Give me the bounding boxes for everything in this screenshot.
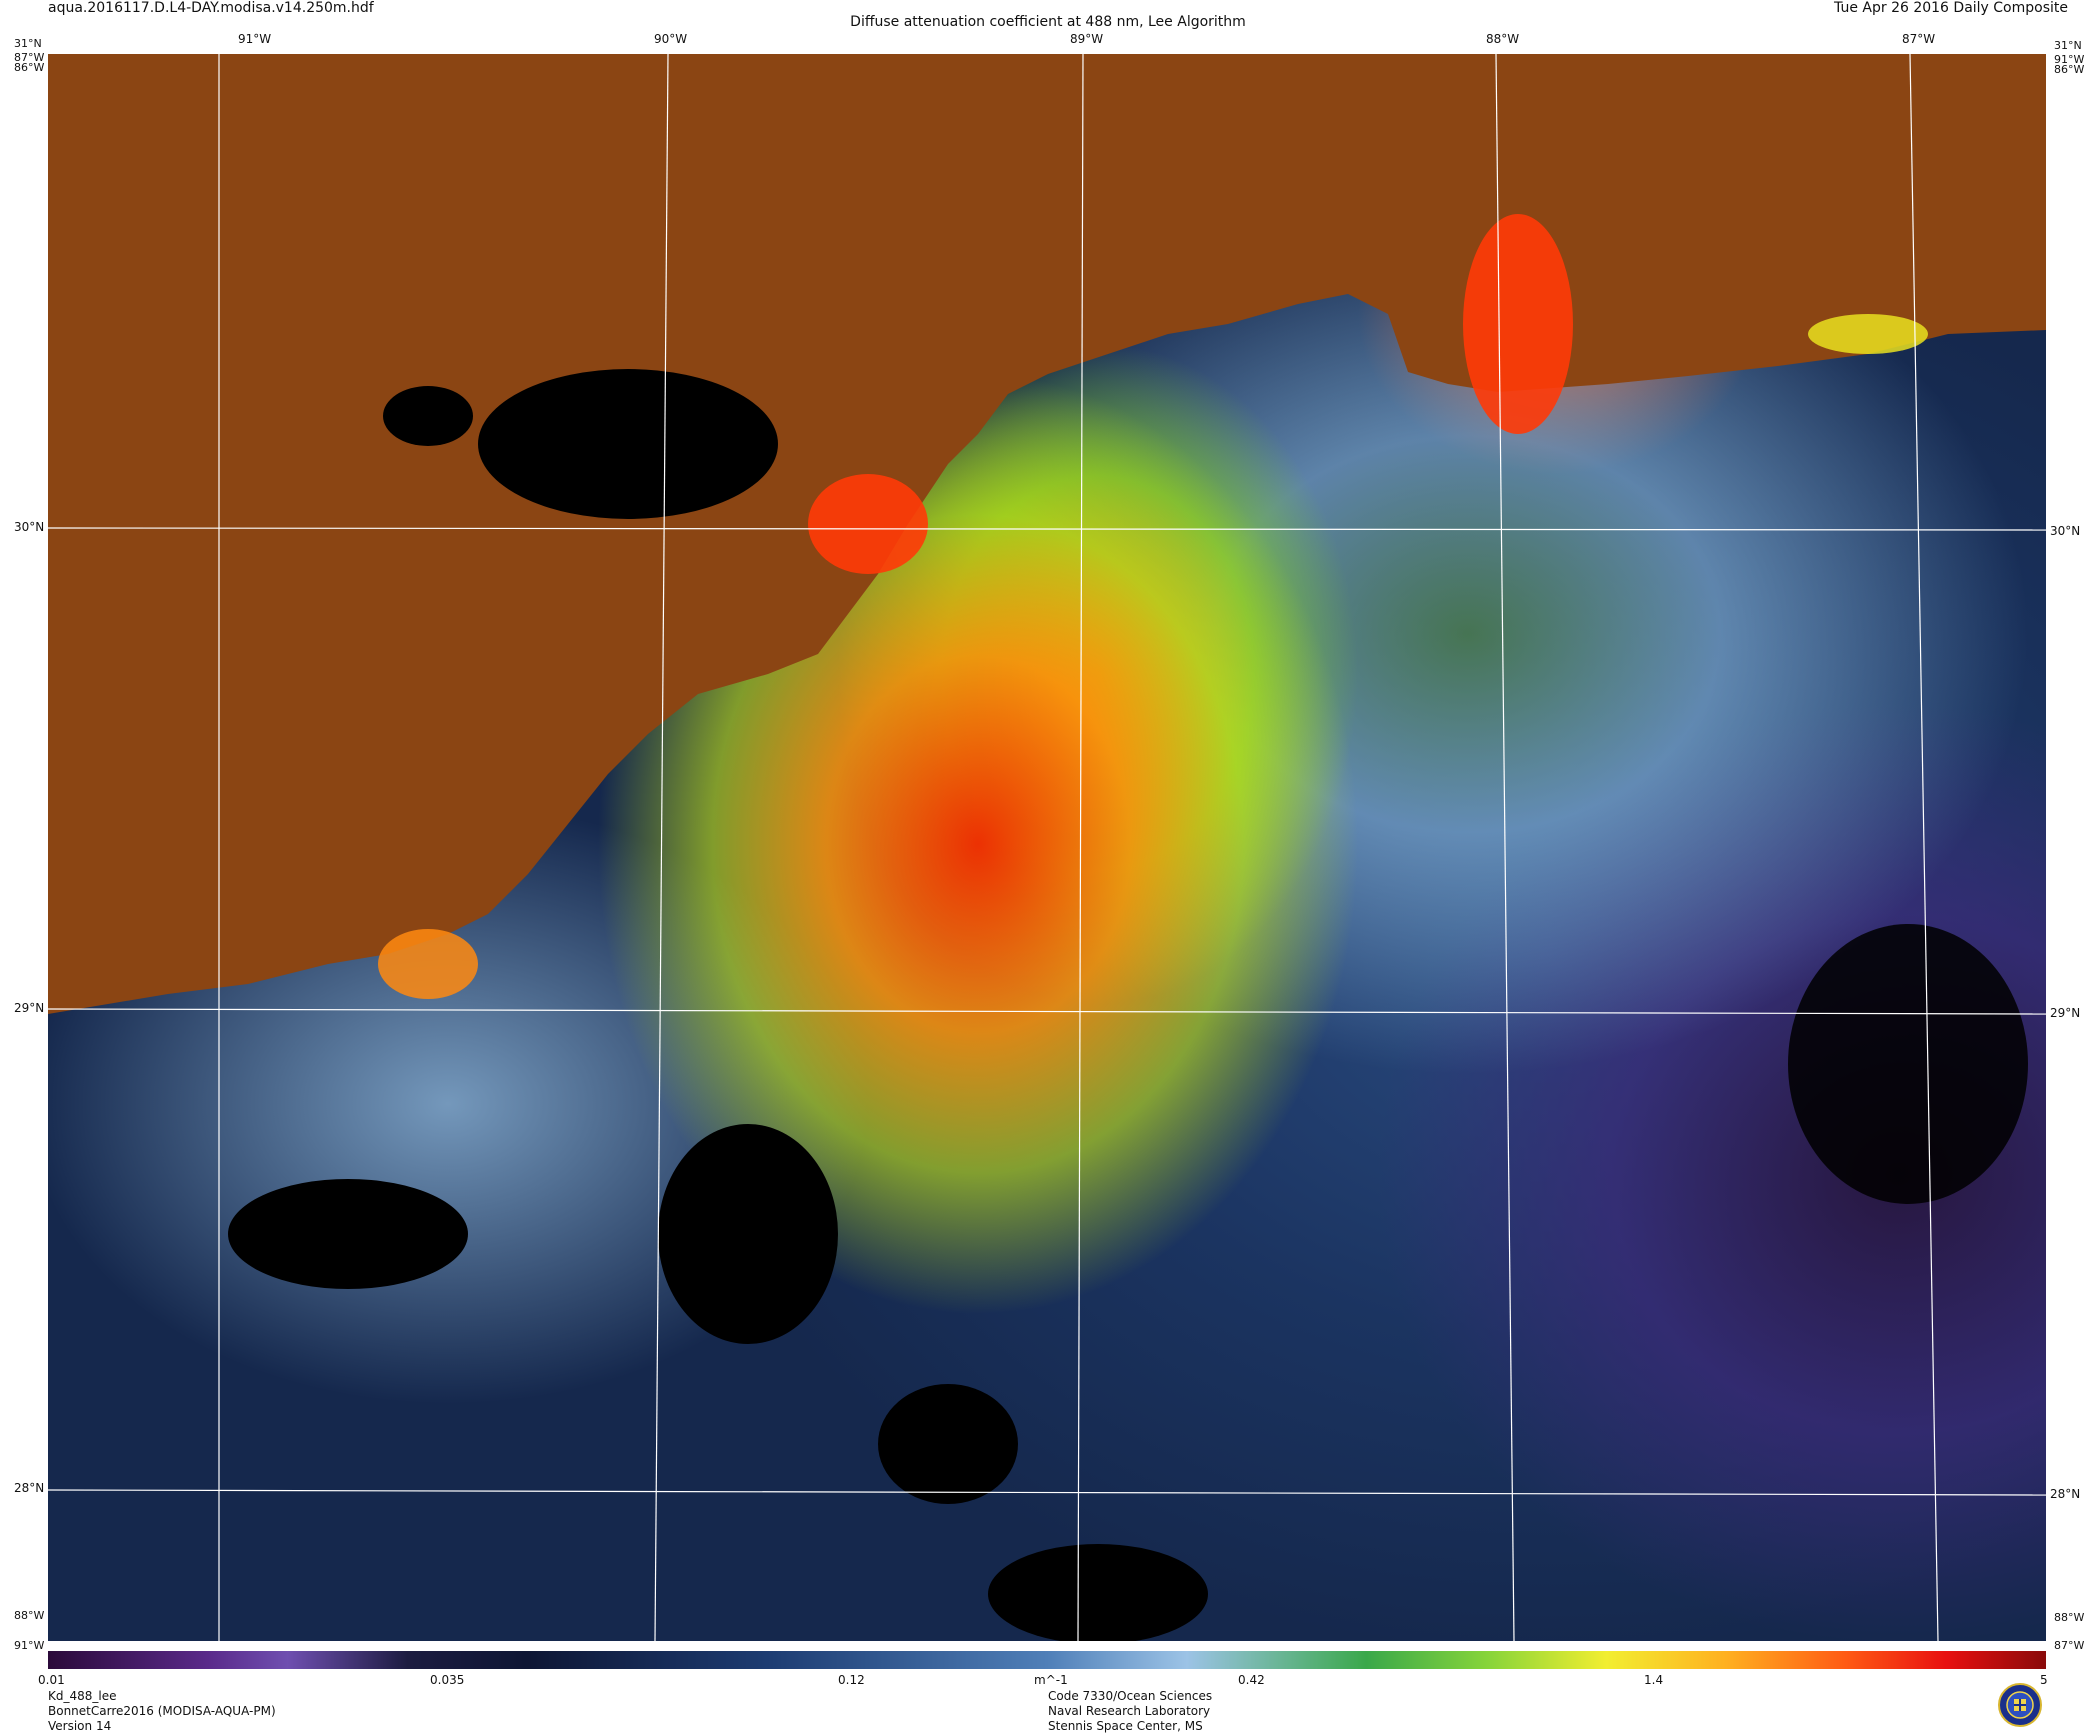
- map-layers: [48, 54, 2046, 1641]
- lat-label-28n-right: 28°N: [2050, 1487, 2081, 1501]
- colorbar-tick: 0.42: [1238, 1673, 1265, 1687]
- lat-label-30n-left: 30°N: [14, 520, 45, 534]
- colorbar-tick: 1.4: [1644, 1673, 1664, 1687]
- nodata-patch-b: [228, 1179, 468, 1289]
- footer-lab: Naval Research Laboratory: [1048, 1704, 1211, 1718]
- colorbar-unit: m^-1: [1034, 1673, 1068, 1687]
- lon-label-89w: 89°W: [1070, 32, 1104, 46]
- footer-version: Version 14: [48, 1719, 112, 1733]
- land-mass: [48, 54, 2046, 1014]
- corner-lat-top-right: 31°N: [2054, 39, 2082, 52]
- lake-pontchartrain: [478, 369, 778, 519]
- footer-location: Stennis Space Center, MS: [1048, 1719, 1203, 1733]
- lake-maurepas: [383, 386, 473, 446]
- corner-lon-bottom-right-b: 87°W: [2054, 1639, 2085, 1652]
- lat-label-29n-right: 29°N: [2050, 1006, 2081, 1020]
- date-label: Tue Apr 26 2016 Daily Composite: [1834, 0, 2068, 16]
- corner-lon-top-right-b: 86°W: [2054, 63, 2085, 76]
- plume-perdido: [1808, 314, 1928, 354]
- plume-terrebonne: [378, 929, 478, 999]
- lat-label-30n-right: 30°N: [2050, 524, 2081, 538]
- nodata-patch-e: [878, 1384, 1018, 1504]
- nodata-patch-a: [658, 1124, 838, 1344]
- footer-product-code: Kd_488_lee: [48, 1689, 117, 1703]
- corner-lon-top-left-b: 86°W: [14, 61, 45, 74]
- plume-lake-borgne: [808, 474, 928, 574]
- lon-label-91w: 91°W: [238, 32, 272, 46]
- footer-dataset: BonnetCarre2016 (MODISA-AQUA-PM): [48, 1704, 276, 1718]
- colorbar-tick: 0.01: [38, 1673, 65, 1687]
- plume-mobile-bay: [1463, 214, 1573, 434]
- colorbar-tick: 0.12: [838, 1673, 865, 1687]
- nodata-patch-c: [1788, 924, 2028, 1204]
- corner-lon-bottom-left-a: 88°W: [14, 1609, 45, 1622]
- lon-label-90w: 90°W: [654, 32, 688, 46]
- lat-label-29n-left: 29°N: [14, 1001, 45, 1015]
- corner-lon-bottom-left-b: 91°W: [14, 1639, 45, 1652]
- lat-label-28n-left: 28°N: [14, 1481, 45, 1495]
- corner-lat-top-left: 31°N: [14, 37, 42, 50]
- corner-lon-bottom-right-a: 88°W: [2054, 1611, 2085, 1624]
- nrl-seal-icon: [1998, 1683, 2042, 1727]
- nodata-patch-d: [988, 1544, 1208, 1641]
- colorbar: [48, 1651, 2046, 1669]
- colorbar-tick: 0.035: [430, 1673, 465, 1687]
- kd488-map[interactable]: [48, 54, 2046, 1641]
- lon-label-88w: 88°W: [1486, 32, 1520, 46]
- footer-code: Code 7330/Ocean Sciences: [1048, 1689, 1213, 1703]
- lon-label-87w: 87°W: [1902, 32, 1936, 46]
- product-title: Diffuse attenuation coefficient at 488 n…: [850, 14, 1246, 30]
